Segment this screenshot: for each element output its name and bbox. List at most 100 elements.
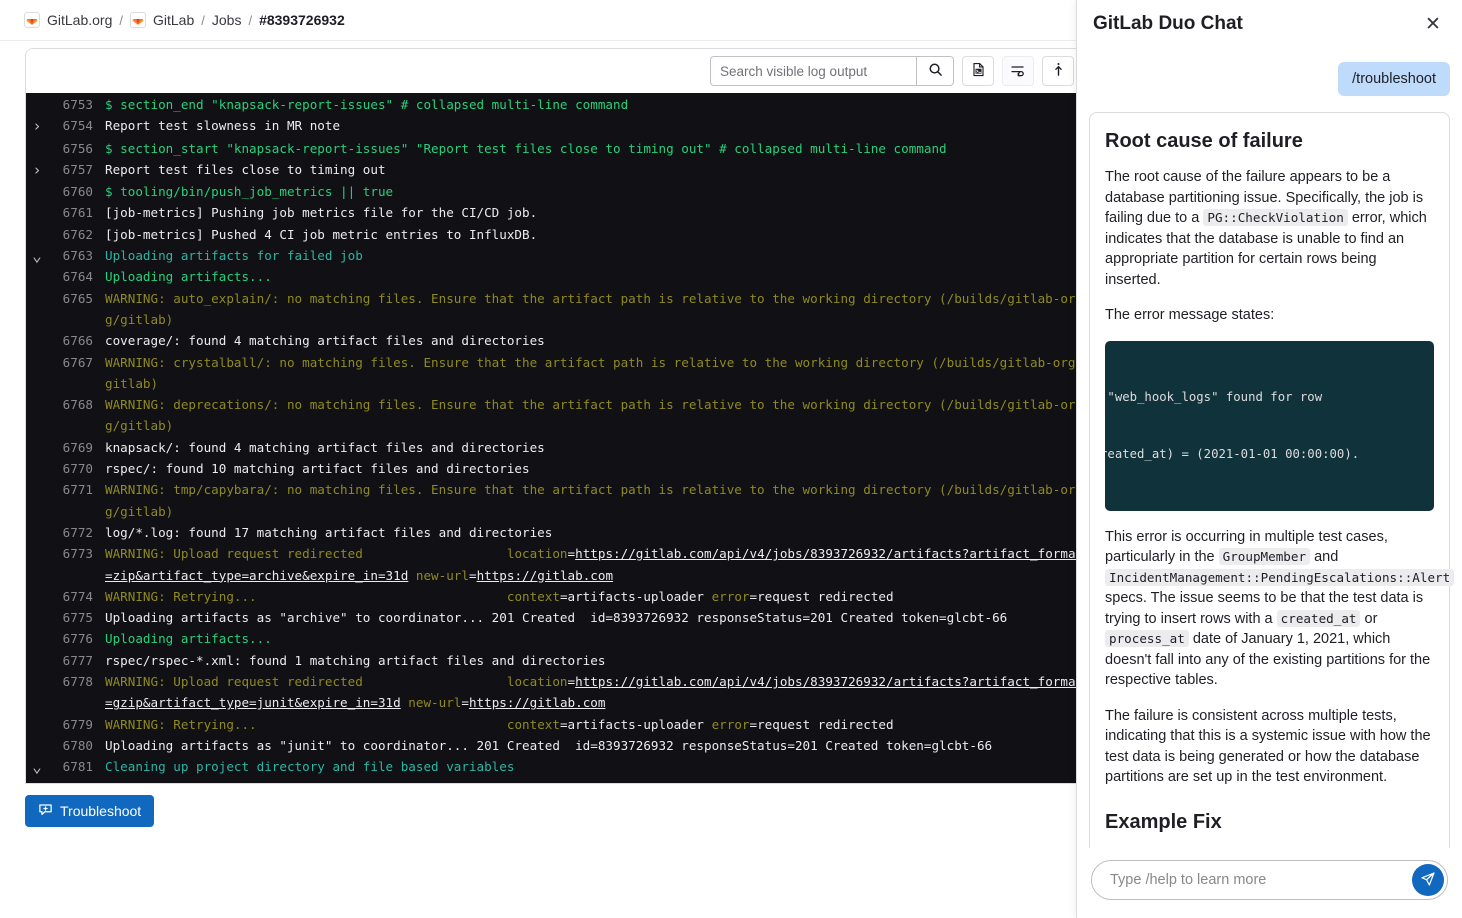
log-line-number[interactable]: 6767 — [48, 352, 94, 373]
log-line-text: WARNING: tmp/capybara/: no matching file… — [94, 479, 1076, 522]
log-line-text: [job-metrics] Pushing job metrics file f… — [94, 202, 1076, 223]
log-link[interactable]: https://gitlab.com — [477, 568, 613, 583]
log-line-number[interactable]: 6774 — [48, 586, 94, 607]
log-search-group — [710, 56, 954, 86]
log-line: 6770 rspec/: found 10 matching artifact f… — [26, 458, 1076, 479]
log-line-number[interactable]: 6763 — [48, 245, 94, 266]
log-line-number[interactable]: 6766 — [48, 330, 94, 351]
log-line-gutter — [26, 202, 48, 203]
log-line-number[interactable]: 6779 — [48, 714, 94, 735]
duo-chat-title: GitLab Duo Chat — [1093, 13, 1243, 34]
breadcrumb-separator: / — [119, 12, 123, 28]
chat-input[interactable] — [1091, 860, 1448, 900]
breadcrumb-link-jobs[interactable]: Jobs — [212, 12, 242, 28]
chevron-down-icon[interactable]: ⌄ — [26, 245, 48, 266]
log-text-segment: context — [506, 588, 560, 604]
log-text-segment: Cleaning up project directory and file b… — [105, 759, 515, 775]
log-line-gutter — [26, 607, 48, 608]
log-line-number[interactable]: 6770 — [48, 458, 94, 479]
log-text-segment: WARNING: Upload request redirected — [105, 674, 507, 690]
log-line-number[interactable]: 6773 — [48, 543, 94, 564]
log-text-segment: = — [567, 546, 576, 562]
code-block-line: ns (created_at) = (2021-01-01 00:00:00). — [1105, 446, 1360, 461]
log-line-number[interactable]: 6780 — [48, 735, 94, 756]
log-output[interactable]: 6753 $ section_end "knapsack-report-issue… — [26, 93, 1076, 783]
log-line-number[interactable]: 6781 — [48, 756, 94, 777]
log-line-text: Uploading artifacts... — [94, 628, 1076, 649]
log-line-number[interactable]: 6776 — [48, 628, 94, 649]
log-line-number[interactable]: 6753 — [48, 94, 94, 115]
breadcrumb-link-group[interactable]: GitLab.org — [47, 12, 112, 28]
log-text-segment: WARNING: Retrying... — [105, 716, 507, 732]
log-line-number[interactable]: 6771 — [48, 479, 94, 500]
error-code-block[interactable]: ation "web_hook_logs" found for row ns (… — [1105, 340, 1434, 511]
breadcrumb: GitLab.org / GitLab / Jobs / #8393726932 — [0, 0, 1076, 41]
log-line-number[interactable]: 6756 — [48, 138, 94, 159]
log-line: 6768 WARNING: deprecations/: no matching … — [26, 394, 1076, 437]
log-line: 6774 WARNING: Retrying... context=artifac… — [26, 586, 1076, 607]
log-line-gutter — [26, 543, 48, 544]
log-line-text: Report test files close to timing out — [94, 159, 1076, 180]
log-line-number[interactable]: 6772 — [48, 522, 94, 543]
duo-chat-messages[interactable]: /troubleshoot Root cause of failure The … — [1077, 48, 1462, 848]
log-link[interactable]: https://gitlab.com — [469, 695, 605, 710]
close-icon[interactable]: ✕ — [1420, 11, 1446, 37]
search-input[interactable] — [710, 56, 916, 86]
log-text-segment: Uploading artifacts as "archive" to coor… — [105, 610, 1008, 626]
log-line-gutter — [26, 778, 48, 779]
log-line-number[interactable]: 6777 — [48, 650, 94, 671]
chevron-right-icon[interactable]: › — [26, 159, 48, 181]
breadcrumb-item-project[interactable]: GitLab — [130, 12, 194, 28]
log-line-text: rspec/: found 10 matching artifact files… — [94, 458, 1076, 479]
search-button[interactable] — [916, 56, 954, 86]
log-line-number[interactable]: 6757 — [48, 159, 94, 180]
chevron-down-icon[interactable]: ⌄ — [26, 756, 48, 777]
breadcrumb-item-group[interactable]: GitLab.org — [24, 12, 112, 28]
log-line-number[interactable]: 6775 — [48, 607, 94, 628]
log-line-gutter — [26, 522, 48, 523]
search-icon — [928, 62, 943, 80]
breadcrumb-link-project[interactable]: GitLab — [153, 12, 194, 28]
log-line-gutter — [26, 394, 48, 395]
response-paragraph-2: The error message states: — [1105, 307, 1275, 323]
log-line-number[interactable]: 6760 — [48, 181, 94, 202]
chat-input-box — [1091, 860, 1448, 900]
log-line-gutter — [26, 437, 48, 438]
log-text-segment: [job-metrics] Pushing job metrics file f… — [105, 205, 538, 221]
para-3-text-d: or — [1360, 610, 1378, 627]
log-line: 6779 WARNING: Retrying... context=artifac… — [26, 714, 1076, 735]
tanuki-icon — [24, 12, 40, 28]
log-text-segment: $ section_end "knapsack-report-issues" #… — [105, 97, 629, 112]
log-line-number[interactable]: 6754 — [48, 115, 94, 136]
log-line-number[interactable]: 6769 — [48, 437, 94, 458]
send-button[interactable] — [1412, 864, 1444, 896]
log-line-text: Report test slowness in MR note — [94, 115, 1076, 136]
chevron-right-icon[interactable]: › — [26, 115, 48, 137]
breadcrumb-separator: / — [201, 12, 205, 28]
log-line-number[interactable]: 6762 — [48, 224, 94, 245]
toggle-word-wrap-button[interactable] — [1002, 56, 1034, 86]
log-line-number[interactable]: 6778 — [48, 671, 94, 692]
log-line-text: knapsack/: found 4 matching artifact fil… — [94, 437, 1076, 458]
response-paragraph-3: This error is occurring in multiple test… — [1105, 527, 1455, 691]
log-line: ⌄ 6763 Uploading artifacts for failed job — [26, 245, 1076, 266]
log-line-number[interactable]: 6782 — [48, 778, 94, 784]
log-line-text: Uploading artifacts for failed job — [94, 245, 1076, 266]
scroll-to-top-button[interactable] — [1042, 56, 1074, 86]
log-line-text: WARNING: Upload request redirected locat… — [94, 671, 1076, 714]
log-line-number[interactable]: 6765 — [48, 288, 94, 309]
log-line-gutter — [26, 138, 48, 139]
log-line: 6775 Uploading artifacts as "archive" to … — [26, 607, 1076, 628]
log-line: › 6757 Report test files close to timing o… — [26, 159, 1076, 181]
log-line-text: Uploading artifacts... — [94, 266, 1076, 287]
log-line: 6771 WARNING: tmp/capybara/: no matching … — [26, 479, 1076, 522]
troubleshoot-button[interactable]: Troubleshoot — [25, 795, 155, 827]
show-raw-log-button[interactable] — [962, 56, 994, 86]
log-text-segment: WARNING: Retrying... — [105, 588, 507, 604]
log-line-number[interactable]: 6761 — [48, 202, 94, 223]
log-line-text: WARNING: deprecations/: no matching file… — [94, 394, 1076, 437]
log-line-number[interactable]: 6764 — [48, 266, 94, 287]
log-line-text: $ section_end "knapsack-report-issues" #… — [94, 94, 1076, 115]
log-line-number[interactable]: 6768 — [48, 394, 94, 415]
log-text-segment: [job-metrics] Pushed 4 CI job metric ent… — [105, 226, 538, 242]
